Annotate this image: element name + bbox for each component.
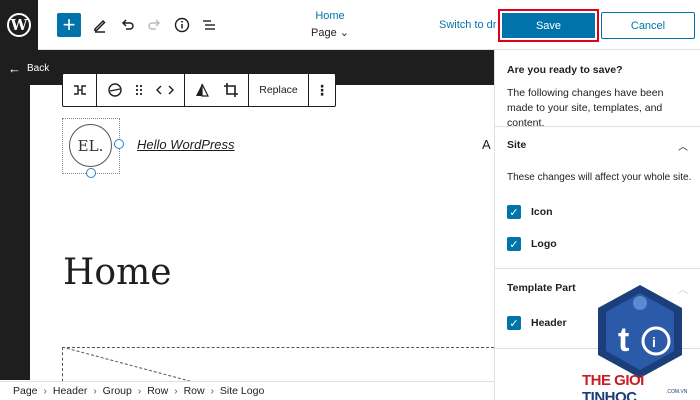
checkbox-checked-icon[interactable]: ✓: [507, 205, 521, 219]
svg-text:i: i: [652, 334, 656, 350]
move-arrows-icon[interactable]: [155, 84, 175, 96]
block-type-group: [97, 74, 185, 106]
chevron-right-icon: ›: [210, 385, 214, 397]
watermark-domain: .COM.VN: [666, 389, 688, 395]
undo-button[interactable]: [115, 13, 139, 37]
flip-icon[interactable]: [195, 83, 209, 97]
arrow-left-icon: ←: [8, 61, 21, 76]
vertical-ellipsis-icon: ⋮: [315, 81, 329, 98]
image-tools-group: [185, 74, 249, 106]
add-block-button[interactable]: +: [57, 13, 81, 37]
cancel-button[interactable]: Cancel: [601, 12, 695, 39]
site-section-title[interactable]: Site: [507, 139, 526, 151]
chevron-right-icon: ›: [43, 385, 47, 397]
back-label: Back: [27, 63, 50, 74]
switch-to-draft-link[interactable]: Switch to draft: [439, 19, 497, 31]
navigation-item[interactable]: A: [482, 137, 491, 152]
checkbox-checked-icon[interactable]: ✓: [507, 237, 521, 251]
checkbox-logo-entity[interactable]: ✓ Logo: [507, 237, 557, 251]
redo-icon: [148, 19, 161, 30]
list-view-button[interactable]: [197, 13, 221, 37]
tools-button[interactable]: [88, 13, 112, 37]
wordpress-logo-button[interactable]: W: [0, 0, 38, 50]
breadcrumb-item[interactable]: Row: [147, 385, 168, 397]
breadcrumb-item[interactable]: Page: [13, 385, 38, 397]
replace-button[interactable]: Replace: [249, 74, 309, 106]
checkbox-label: Header: [531, 317, 567, 329]
parent-block-icon: [73, 85, 86, 95]
list-view-icon: [203, 20, 215, 30]
save-button-highlight: Save: [498, 9, 599, 42]
save-panel-heading: Are you ready to save?: [507, 64, 623, 76]
checkbox-checked-icon[interactable]: ✓: [507, 316, 521, 330]
plus-icon: +: [62, 12, 76, 37]
chevron-up-icon[interactable]: ︿: [678, 138, 688, 153]
site-logo-image[interactable]: EL.: [69, 124, 112, 167]
wordpress-icon: W: [7, 13, 31, 37]
site-logo-block-icon[interactable]: [107, 82, 123, 98]
breadcrumb-item[interactable]: Header: [53, 385, 87, 397]
chevron-right-icon: ›: [137, 385, 142, 397]
info-icon: [174, 17, 190, 33]
checkbox-label: Logo: [531, 238, 557, 250]
save-panel-description: The following changes have been made to …: [507, 87, 664, 129]
back-button[interactable]: ← Back: [8, 61, 49, 76]
svg-text:t: t: [618, 321, 629, 359]
save-button[interactable]: Save: [502, 13, 595, 38]
watermark-logo-icon: t i: [598, 285, 682, 378]
divider: [495, 126, 700, 127]
chevron-right-icon: ›: [93, 385, 97, 397]
editor-top-toolbar: W + Home Page ⌄ Switch to draft Save Can…: [0, 0, 700, 50]
breadcrumb-item-current: Site Logo: [219, 385, 265, 397]
select-parent-button[interactable]: [63, 74, 97, 106]
site-title-link[interactable]: Hello WordPress: [137, 137, 235, 152]
more-options-button[interactable]: ⋮: [309, 74, 335, 106]
page-heading[interactable]: Home: [63, 252, 172, 293]
block-toolbar: Replace ⋮: [62, 73, 336, 107]
pencil-icon: [94, 19, 106, 33]
checkbox-icon-entity[interactable]: ✓ Icon: [507, 205, 553, 219]
site-section-description: These changes will affect your whole sit…: [507, 172, 692, 183]
resize-handle-bottom[interactable]: [86, 168, 96, 178]
breadcrumb-item[interactable]: Group: [103, 385, 132, 397]
chevron-right-icon: ›: [174, 385, 178, 397]
block-breadcrumb: Page › Header › Group › Row › Row › Site…: [0, 381, 494, 400]
redo-button[interactable]: [143, 13, 167, 37]
resize-handle-right[interactable]: [114, 139, 124, 149]
document-type-dropdown[interactable]: Page ⌄: [290, 26, 370, 39]
drag-handle-icon[interactable]: [135, 83, 143, 97]
checkbox-label: Icon: [531, 206, 553, 218]
crop-icon[interactable]: [223, 82, 239, 98]
template-part-section-title[interactable]: Template Part: [507, 282, 576, 294]
details-button[interactable]: [170, 13, 194, 37]
document-title[interactable]: Home: [290, 10, 370, 22]
breadcrumb-item[interactable]: Row: [184, 385, 205, 397]
checkbox-header-entity[interactable]: ✓ Header: [507, 316, 567, 330]
divider: [495, 268, 700, 269]
undo-icon: [121, 19, 134, 30]
watermark-text: THE GIOI TINHOC: [582, 372, 644, 400]
